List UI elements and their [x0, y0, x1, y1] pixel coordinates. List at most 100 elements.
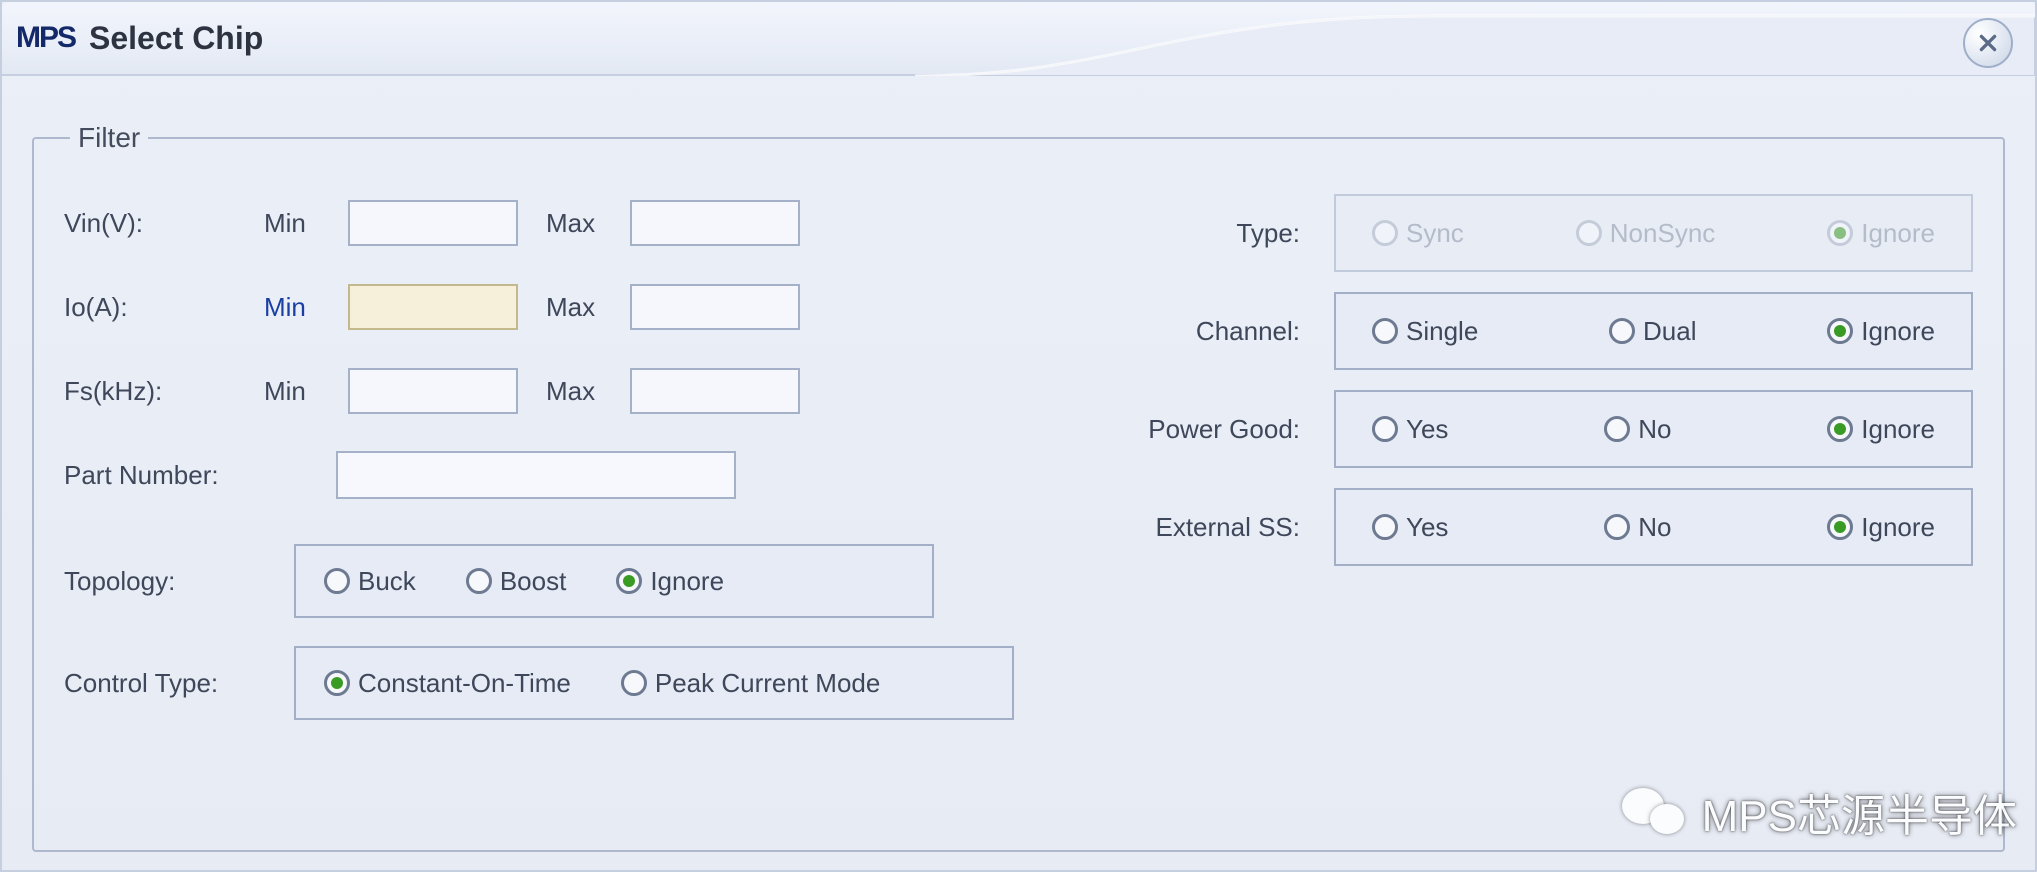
radio-dot-icon [1576, 220, 1602, 246]
power-good-radio-no[interactable]: No [1604, 414, 1671, 445]
mps-logo: MPS [16, 21, 75, 55]
fs-min-label: Min [264, 376, 348, 407]
radio-label: NonSync [1610, 218, 1716, 249]
vin-min-input[interactable] [348, 200, 518, 246]
radio-label: Ignore [1861, 316, 1935, 347]
vin-row: Vin(V): Min Max [64, 188, 1064, 258]
control-type-radio-constant-on-time[interactable]: Constant-On-Time [324, 668, 571, 699]
filter-legend: Filter [70, 122, 148, 154]
control-type-label: Control Type: [64, 668, 294, 699]
radio-dot-icon [1609, 318, 1635, 344]
close-button[interactable] [1963, 18, 2013, 68]
fs-min-input[interactable] [348, 368, 518, 414]
radio-label: Buck [358, 566, 416, 597]
radio-label: Ignore [1861, 512, 1935, 543]
radio-label: Peak Current Mode [655, 668, 880, 699]
type-radio-ignore: Ignore [1827, 218, 1935, 249]
radio-label: Sync [1406, 218, 1464, 249]
radio-dot-icon [1827, 318, 1853, 344]
external-ss-radio-ignore[interactable]: Ignore [1827, 512, 1935, 543]
power-good-radio-group: Yes No Ignore [1334, 390, 1973, 468]
io-min-label: Min [264, 292, 348, 323]
topology-radio-group: Buck Boost Ignore [294, 544, 934, 618]
radio-dot-icon [324, 670, 350, 696]
radio-dot-icon [1372, 416, 1398, 442]
power-good-row: Power Good: Yes No Ignore [1064, 390, 1973, 468]
radio-label: Boost [500, 566, 567, 597]
vin-min-label: Min [264, 208, 348, 239]
title-bar: MPS Select Chip [2, 2, 2035, 76]
vin-max-label: Max [546, 208, 630, 239]
type-row: Type: Sync NonSync Ignore [1064, 194, 1973, 272]
select-chip-window: MPS Select Chip Filter Vin(V): Min [0, 0, 2037, 872]
power-good-radio-yes[interactable]: Yes [1372, 414, 1448, 445]
topology-label: Topology: [64, 566, 294, 597]
radio-dot-icon [621, 670, 647, 696]
external-ss-label: External SS: [1064, 512, 1334, 543]
radio-dot-icon [1372, 318, 1398, 344]
radio-dot-icon [1827, 514, 1853, 540]
radio-label: Single [1406, 316, 1478, 347]
external-ss-radio-yes[interactable]: Yes [1372, 512, 1448, 543]
type-label: Type: [1064, 218, 1334, 249]
radio-dot-icon [1604, 514, 1630, 540]
radio-label: No [1638, 414, 1671, 445]
radio-dot-icon [1827, 416, 1853, 442]
power-good-label: Power Good: [1064, 414, 1334, 445]
channel-radio-ignore[interactable]: Ignore [1827, 316, 1935, 347]
radio-label: Constant-On-Time [358, 668, 571, 699]
control-type-radio-peak-current-mode[interactable]: Peak Current Mode [621, 668, 880, 699]
fs-max-input[interactable] [630, 368, 800, 414]
topology-radio-buck[interactable]: Buck [324, 566, 416, 597]
radio-label: Ignore [1861, 414, 1935, 445]
dialog-body: Filter Vin(V): Min Max Io(A): Min [30, 122, 2007, 852]
radio-label: No [1638, 512, 1671, 543]
io-label: Io(A): [64, 292, 264, 323]
channel-radio-dual[interactable]: Dual [1609, 316, 1696, 347]
io-row: Io(A): Min Max [64, 272, 1064, 342]
vin-label: Vin(V): [64, 208, 264, 239]
fs-max-label: Max [546, 376, 630, 407]
fs-row: Fs(kHz): Min Max [64, 356, 1064, 426]
external-ss-radio-no[interactable]: No [1604, 512, 1671, 543]
power-good-radio-ignore[interactable]: Ignore [1827, 414, 1935, 445]
part-number-row: Part Number: [64, 440, 1064, 510]
titlebar-swoosh [915, 4, 2035, 76]
channel-radio-group: Single Dual Ignore [1334, 292, 1973, 370]
channel-radio-single[interactable]: Single [1372, 316, 1478, 347]
channel-row: Channel: Single Dual Ignore [1064, 292, 1973, 370]
type-radio-sync: Sync [1372, 218, 1464, 249]
topology-radio-ignore[interactable]: Ignore [616, 566, 724, 597]
part-number-input[interactable] [336, 451, 736, 499]
radio-dot-icon [1372, 514, 1398, 540]
vin-max-input[interactable] [630, 200, 800, 246]
control-type-radio-group: Constant-On-Time Peak Current Mode [294, 646, 1014, 720]
type-radio-nonsync: NonSync [1576, 218, 1716, 249]
part-number-label: Part Number: [64, 460, 336, 491]
left-column: Vin(V): Min Max Io(A): Min Max [64, 188, 1064, 828]
filter-group: Filter Vin(V): Min Max Io(A): Min [32, 122, 2005, 852]
radio-label: Ignore [650, 566, 724, 597]
window-title: Select Chip [89, 20, 263, 57]
radio-dot-icon [466, 568, 492, 594]
radio-dot-icon [1372, 220, 1398, 246]
control-type-row: Control Type: Constant-On-Time Peak Curre… [64, 646, 1064, 720]
radio-label: Ignore [1861, 218, 1935, 249]
radio-label: Dual [1643, 316, 1696, 347]
radio-label: Yes [1406, 414, 1448, 445]
io-max-label: Max [546, 292, 630, 323]
external-ss-row: External SS: Yes No Ignore [1064, 488, 1973, 566]
topology-row: Topology: Buck Boost Ignore [64, 544, 1064, 618]
topology-radio-boost[interactable]: Boost [466, 566, 567, 597]
type-radio-group: Sync NonSync Ignore [1334, 194, 1973, 272]
radio-dot-icon [324, 568, 350, 594]
right-column: Type: Sync NonSync Ignore Channel: Single D… [1064, 188, 1973, 828]
close-icon [1977, 32, 1999, 54]
io-min-input[interactable] [348, 284, 518, 330]
io-max-input[interactable] [630, 284, 800, 330]
radio-label: Yes [1406, 512, 1448, 543]
radio-dot-icon [616, 568, 642, 594]
external-ss-radio-group: Yes No Ignore [1334, 488, 1973, 566]
radio-dot-icon [1604, 416, 1630, 442]
channel-label: Channel: [1064, 316, 1334, 347]
